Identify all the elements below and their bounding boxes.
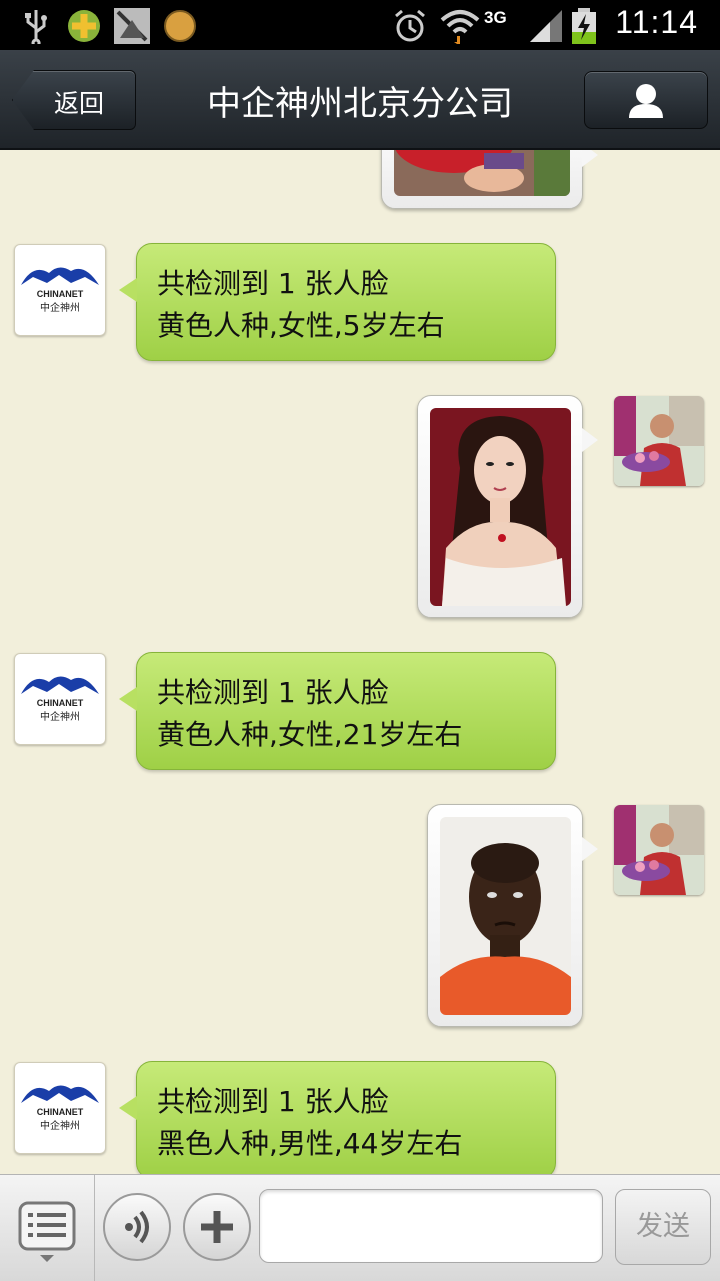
image-bubble[interactable] [427, 804, 598, 1027]
avatar[interactable]: CHINANET 中企神州 [14, 1062, 106, 1154]
man-photo [440, 817, 571, 1015]
avatar[interactable] [614, 805, 704, 895]
no-signal-app-icon [114, 8, 150, 44]
app-icon [68, 10, 100, 42]
person-icon [629, 84, 663, 118]
back-button[interactable]: 返回 [12, 70, 136, 130]
message-bubble[interactable]: 共检测到 1 张人脸 黑色人种,男性,44岁左右 [119, 1061, 556, 1174]
message-bubble[interactable]: 共检测到 1 张人脸 黄色人种,女性,21岁左右 [119, 652, 556, 770]
chinanet-logo: CHINANET 中企神州 [21, 1085, 99, 1132]
message-line: 黄色人种,女性,5岁左右 [157, 309, 445, 342]
clock: 11:14 [615, 4, 698, 40]
message-line: 黄色人种,女性,21岁左右 [157, 718, 463, 751]
partial-photo [394, 150, 570, 196]
logo-text: CHINANET [37, 698, 84, 708]
avatar[interactable] [614, 396, 704, 486]
wifi-icon [440, 10, 480, 44]
chat-list[interactable]: CHINANET 中企神州 共检测到 1 张人脸 黄色人种,女性,5岁左右 CH… [0, 150, 720, 1174]
logo-subtext: 中企神州 [40, 710, 80, 723]
plus-icon [201, 1211, 233, 1243]
plus-button[interactable] [183, 1193, 251, 1261]
send-button[interactable]: 发送 [615, 1189, 711, 1265]
message-line: 共检测到 1 张人脸 [157, 267, 389, 300]
message-line: 共检测到 1 张人脸 [157, 1085, 389, 1118]
image-bubble-partial[interactable] [381, 150, 598, 209]
signal-icon [530, 10, 562, 42]
list-menu-icon [18, 1201, 76, 1262]
message-line: 共检测到 1 张人脸 [157, 676, 389, 709]
avatar[interactable]: CHINANET 中企神州 [14, 244, 106, 336]
message-input[interactable] [259, 1189, 603, 1263]
message-bubble[interactable]: 共检测到 1 张人脸 黄色人种,女性,5岁左右 [119, 243, 556, 361]
voice-button[interactable] [103, 1193, 171, 1261]
battery-charging-icon [572, 8, 596, 44]
network-type: 3G [484, 8, 507, 27]
voice-icon [125, 1210, 149, 1244]
message-line: 黑色人种,男性,44岁左右 [157, 1127, 463, 1160]
menu-button[interactable] [0, 1175, 95, 1281]
avatar[interactable]: CHINANET 中企神州 [14, 653, 106, 745]
image-bubble[interactable] [417, 395, 598, 618]
usb-icon [25, 10, 47, 44]
logo-subtext: 中企神州 [40, 301, 80, 314]
page-title: 中企神州北京分公司 [207, 84, 513, 124]
input-bar: 发送 [0, 1174, 720, 1281]
logo-subtext: 中企神州 [40, 1119, 80, 1132]
circle-app-icon [164, 10, 196, 42]
alarm-icon [395, 9, 425, 42]
back-button-label: 返回 [54, 89, 105, 118]
woman-photo [430, 408, 571, 606]
user-avatar-photo [614, 396, 704, 486]
chinanet-logo: CHINANET 中企神州 [21, 676, 99, 723]
status-bar: 3G 11:14 [0, 0, 720, 50]
user-avatar-photo [614, 805, 704, 895]
chinanet-logo: CHINANET 中企神州 [21, 267, 99, 314]
logo-text: CHINANET [37, 1107, 84, 1117]
chat-header: 返回 中企神州北京分公司 [0, 50, 720, 150]
logo-text: CHINANET [37, 289, 84, 299]
profile-button[interactable] [584, 71, 708, 129]
